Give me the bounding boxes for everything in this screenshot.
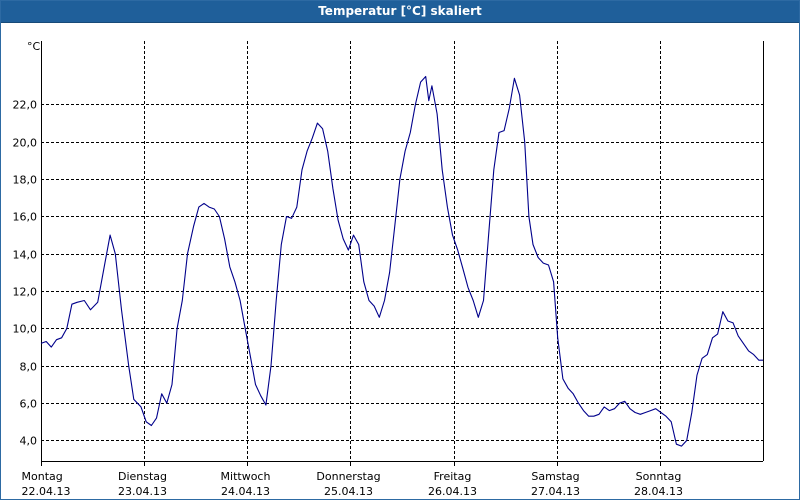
x-tick-day-label: Donnerstag	[316, 470, 380, 483]
x-tick-day-label: Freitag	[434, 470, 472, 483]
chart-window: Temperatur [°C] skaliert °C 4,0 6,0 8,0 10,…	[0, 0, 800, 500]
y-tick-label: 10,0	[13, 323, 38, 336]
y-tick-label: 22,0	[13, 99, 38, 112]
x-tick-day-label: Samstag	[531, 470, 579, 483]
x-tick-day-label: Mittwoch	[221, 470, 271, 483]
temperature-series-line	[40, 75, 763, 447]
y-tick-label: 14,0	[13, 249, 38, 262]
y-tick-label: 6,0	[20, 398, 38, 411]
y-tick-label: 8,0	[20, 361, 38, 374]
x-tick-date-label: 22.04.13	[22, 485, 71, 498]
y-tick-label: 12,0	[13, 286, 38, 299]
y-tick-label: 4,0	[20, 435, 38, 448]
grid-layer	[41, 41, 763, 461]
tick-label-layer: 4,0 6,0 8,0 10,0 12,0 14,0 16,0 18,0 20,0 22,0 Mon…	[13, 99, 683, 499]
x-tick-day-label: Dienstag	[118, 470, 167, 483]
x-tick-date-label: 25.04.13	[324, 485, 373, 498]
series-layer	[40, 75, 763, 447]
x-tick-day-label: Sonntag	[636, 470, 682, 483]
x-tick-date-label: 24.04.13	[221, 485, 270, 498]
y-axis-unit-label: °C	[27, 40, 41, 53]
x-tick-date-label: 27.04.13	[531, 485, 580, 498]
x-tick-date-label: 28.04.13	[634, 485, 683, 498]
x-tick-date-label: 26.04.13	[428, 485, 477, 498]
y-tick-label: 16,0	[13, 211, 38, 224]
x-tick-day-label: Montag	[22, 470, 63, 483]
x-tick-date-label: 23.04.13	[118, 485, 167, 498]
temperature-line-chart: °C 4,0 6,0 8,0 10,0 12,0 14,0 16,0 18,0 20,0 22,0…	[13, 40, 764, 499]
y-tick-label: 20,0	[13, 137, 38, 150]
y-tick-label: 18,0	[13, 174, 38, 187]
